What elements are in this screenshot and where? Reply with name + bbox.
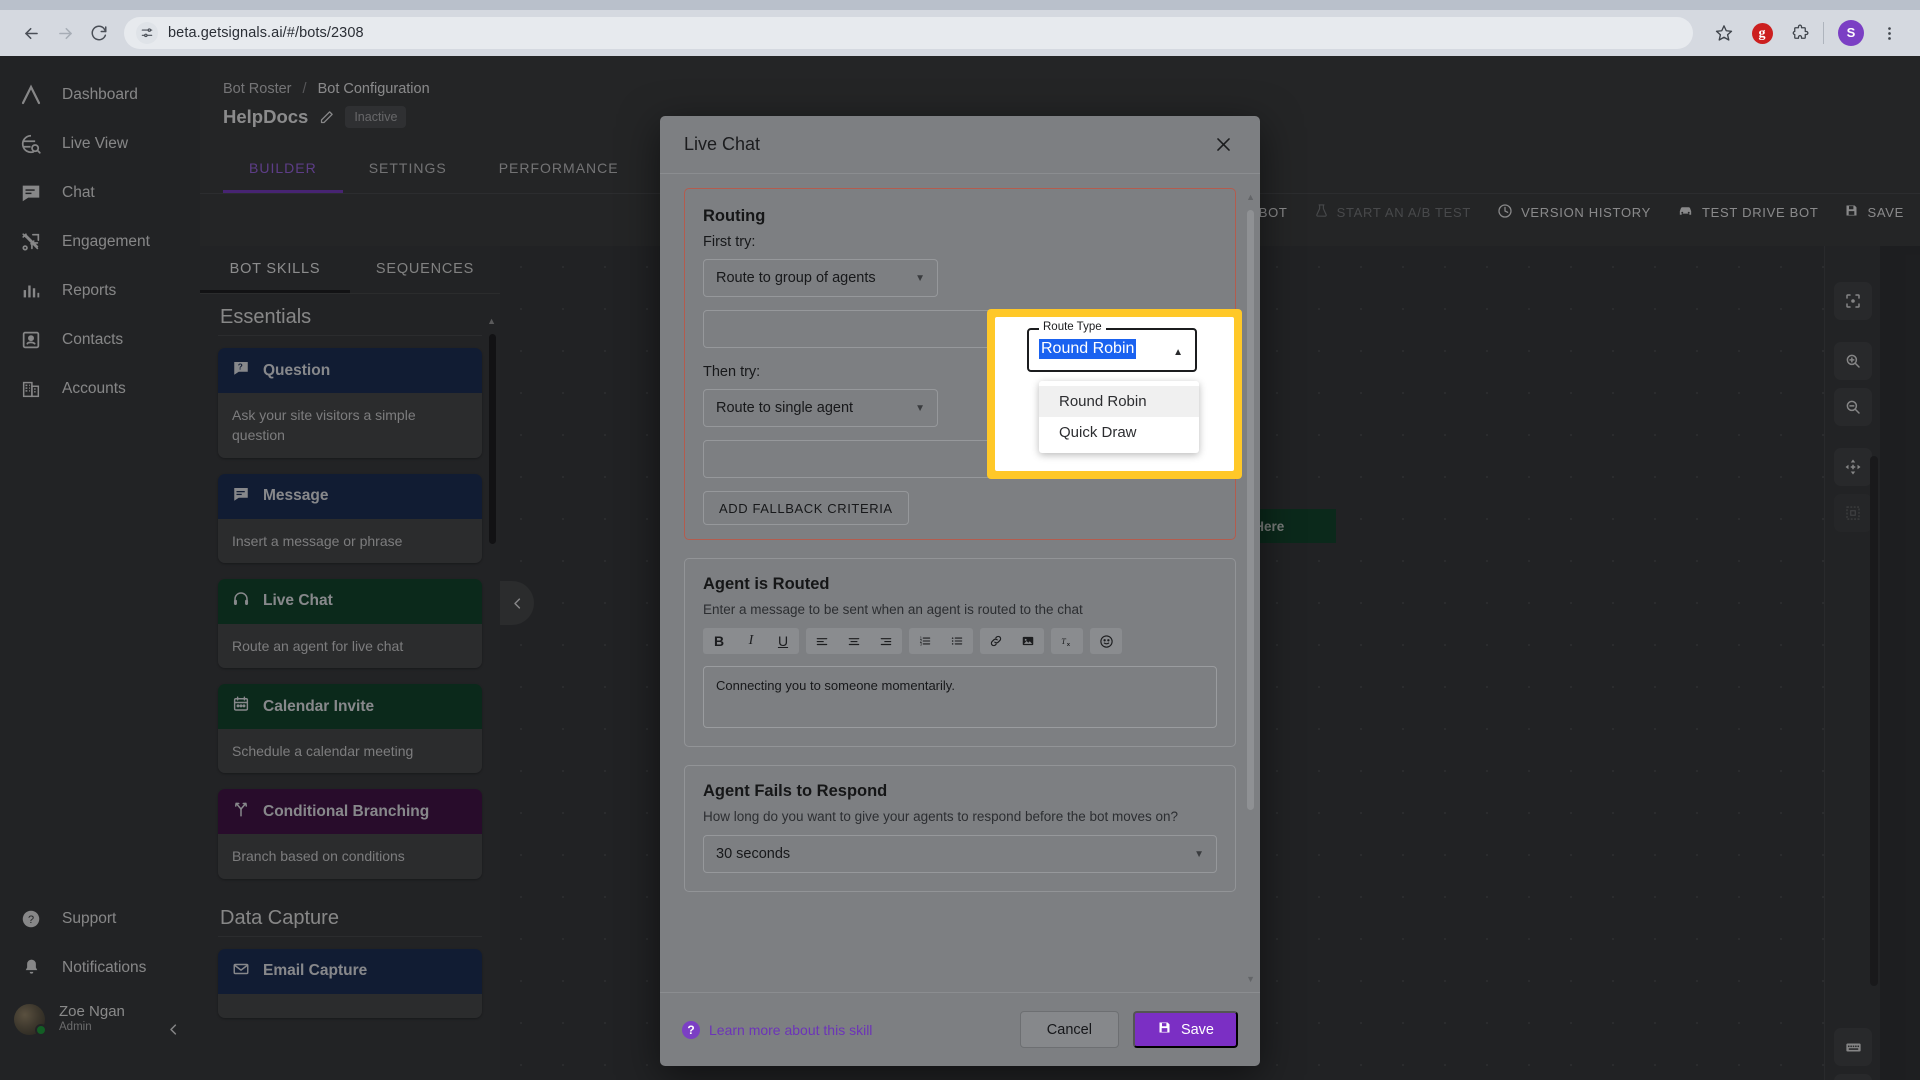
- emoji-icon[interactable]: [1090, 628, 1122, 654]
- save-label: Save: [1180, 1021, 1214, 1038]
- help-circle-icon: ?: [682, 1020, 700, 1039]
- cancel-button[interactable]: Cancel: [1019, 1011, 1119, 1048]
- route-type-value: Round Robin: [1039, 339, 1137, 359]
- clear-format-icon[interactable]: Tx: [1051, 628, 1083, 654]
- first-try-value: Route to group of agents: [716, 270, 876, 286]
- ordered-list-icon[interactable]: 123: [909, 628, 941, 654]
- add-fallback-criteria-button[interactable]: ADD FALLBACK CRITERIA: [703, 491, 909, 525]
- agent-routed-section: Agent is Routed Enter a message to be se…: [684, 558, 1236, 747]
- route-type-dropdown-panel: Route Type Round Robin ▲ Round Robin Qui…: [995, 317, 1234, 471]
- star-icon[interactable]: [1707, 16, 1741, 50]
- svg-text:3: 3: [920, 642, 923, 647]
- modal-footer: ? Learn more about this skill Cancel Sav…: [660, 992, 1260, 1066]
- then-try-value: Route to single agent: [716, 400, 854, 416]
- chevron-down-icon: ▼: [1194, 848, 1204, 860]
- agent-routed-message-input[interactable]: Connecting you to someone momentarily.: [703, 666, 1217, 728]
- learn-more-link[interactable]: ? Learn more about this skill: [682, 1020, 873, 1039]
- learn-more-label: Learn more about this skill: [709, 1021, 873, 1038]
- extension-g-label: g: [1751, 22, 1773, 44]
- chevron-down-icon: ▼: [915, 272, 925, 284]
- floppy-disk-icon: [1157, 1020, 1172, 1039]
- route-type-legend: Route Type: [1039, 321, 1106, 333]
- extension-g-icon[interactable]: g: [1745, 16, 1779, 50]
- scroll-down-caret-icon[interactable]: ▼: [1246, 974, 1255, 984]
- toolbar-divider: [1823, 22, 1824, 44]
- route-type-option-quick-draw[interactable]: Quick Draw: [1039, 417, 1199, 448]
- first-try-label: First try:: [703, 234, 756, 250]
- back-arrow-icon[interactable]: [14, 16, 48, 50]
- agent-routed-desc: Enter a message to be sent when an agent…: [703, 602, 1083, 617]
- modal-body: ▲ ▼ Routing First try: Route to group of…: [660, 174, 1260, 992]
- chevron-down-icon: ▼: [915, 402, 925, 414]
- rich-text-toolbar: B I U 1 2 3 T x: [703, 628, 1217, 654]
- screen: beta.getsignals.ai/#/bots/2308 g S Dashb…: [0, 0, 1920, 1080]
- scroll-up-caret-icon[interactable]: ▲: [1246, 192, 1255, 202]
- align-right-icon[interactable]: [870, 628, 902, 654]
- three-dot-menu-icon[interactable]: [1872, 16, 1906, 50]
- agent-fails-section: Agent Fails to Respond How long do you w…: [684, 765, 1236, 892]
- agent-fails-timeout-value: 30 seconds: [716, 846, 791, 862]
- route-type-options-menu: Round Robin Quick Draw: [1039, 381, 1199, 453]
- bullet-list-icon[interactable]: [941, 628, 973, 654]
- profile-initial: S: [1838, 20, 1864, 46]
- first-try-select[interactable]: Route to group of agents ▼: [703, 259, 938, 297]
- route-type-option-round-robin[interactable]: Round Robin: [1039, 386, 1199, 417]
- modal-header: Live Chat: [660, 116, 1260, 174]
- live-chat-modal: Live Chat ▲ ▼ Routing First try: Route t…: [660, 116, 1260, 1066]
- reload-icon[interactable]: [82, 16, 116, 50]
- align-center-icon[interactable]: [838, 628, 870, 654]
- agent-fails-desc: How long do you want to give your agents…: [703, 809, 1179, 824]
- browser-chrome: beta.getsignals.ai/#/bots/2308 g S: [0, 0, 1920, 56]
- app-body: Dashboard Live View Chat Engagement Repo…: [0, 56, 1920, 1080]
- browser-toolbar: beta.getsignals.ai/#/bots/2308 g S: [0, 10, 1920, 56]
- routing-title: Routing: [703, 207, 766, 225]
- bold-icon[interactable]: B: [703, 628, 735, 654]
- site-settings-icon[interactable]: [136, 22, 158, 44]
- underline-icon[interactable]: U: [767, 628, 799, 654]
- address-bar[interactable]: beta.getsignals.ai/#/bots/2308: [124, 17, 1693, 49]
- agent-routed-title: Agent is Routed: [703, 575, 830, 593]
- footer-buttons: Cancel Save: [1019, 1011, 1238, 1048]
- agent-fails-title: Agent Fails to Respond: [703, 782, 888, 800]
- save-button[interactable]: Save: [1132, 1011, 1238, 1048]
- close-icon[interactable]: [1210, 132, 1236, 158]
- svg-text:x: x: [1066, 641, 1070, 647]
- avatar[interactable]: S: [1834, 16, 1868, 50]
- chevron-up-icon[interactable]: ▲: [1173, 347, 1183, 358]
- puzzle-piece-icon[interactable]: [1783, 16, 1817, 50]
- italic-icon[interactable]: I: [735, 628, 767, 654]
- browser-tabstrip[interactable]: [0, 0, 1920, 10]
- image-icon[interactable]: [1012, 628, 1044, 654]
- route-type-select[interactable]: Route Type Round Robin ▲: [1027, 321, 1197, 372]
- forward-arrow-icon: [48, 16, 82, 50]
- then-try-select[interactable]: Route to single agent ▼: [703, 389, 938, 427]
- route-type-highlight: Route Type Round Robin ▲ Round Robin Qui…: [987, 309, 1242, 479]
- address-bar-url: beta.getsignals.ai/#/bots/2308: [168, 25, 364, 41]
- align-left-icon[interactable]: [806, 628, 838, 654]
- link-icon[interactable]: [980, 628, 1012, 654]
- modal-title: Live Chat: [684, 134, 761, 154]
- svg-text:T: T: [1061, 637, 1066, 646]
- agent-fails-timeout-select[interactable]: 30 seconds ▼: [703, 835, 1217, 873]
- modal-scrollbar[interactable]: [1247, 210, 1254, 810]
